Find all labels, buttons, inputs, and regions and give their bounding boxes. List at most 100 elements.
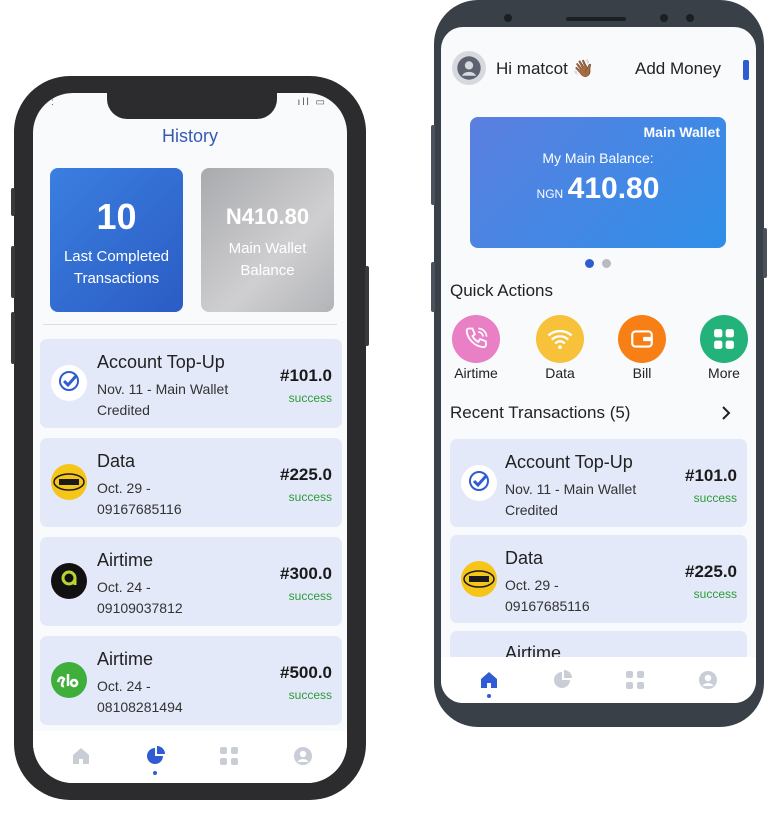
transaction-amount: #500.0 [280, 663, 332, 682]
transaction-card[interactable]: Account Top-Up Nov. 11 - Main Wallet Cre… [450, 439, 747, 527]
transaction-title: Data [505, 548, 544, 568]
status-bar-time: : [51, 97, 54, 108]
transaction-status: success [693, 491, 737, 505]
completed-caption: Last Completed Transactions [63, 248, 170, 287]
history-screen: : ıll ▭ History 10 Last Completed Transa… [33, 93, 347, 783]
grid-icon[interactable] [219, 746, 239, 766]
wallet-balance-value: N410.80 [225, 204, 310, 229]
recent-transactions-title: Recent Transactions (5) [450, 403, 631, 422]
phone-side-button [11, 312, 15, 364]
transaction-title: Airtime [97, 649, 154, 669]
phone-side-button [431, 262, 435, 312]
status-bar-icons: ıll ▭ [297, 97, 327, 108]
wallet-balance-caption: Main Wallet Balance [228, 240, 307, 279]
greeting: Hi matcot 👋🏾 [496, 59, 594, 78]
transaction-card[interactable]: Data Oct. 29 - 09167685116 #225.0 succes… [40, 438, 342, 527]
vosty-logo-icon [461, 465, 497, 501]
bottom-nav [33, 731, 347, 783]
wallet-balance-card: N410.80 Main Wallet Balance [201, 168, 334, 312]
home-icon[interactable] [71, 746, 91, 766]
balance-row: NGN 410.80 [470, 172, 726, 206]
glo-logo-icon [51, 662, 87, 698]
transaction-amount: #101.0 [685, 466, 737, 485]
transaction-status: success [288, 589, 332, 603]
mtn-logo-icon [461, 561, 497, 597]
quick-actions-title: Quick Actions [450, 281, 553, 300]
transaction-date: Nov. 11 - Main Wallet Credited [505, 481, 637, 518]
carousel-dot-active[interactable] [585, 259, 594, 268]
transaction-status: success [288, 688, 332, 702]
phone-notch [107, 93, 277, 119]
transaction-title: Account Top-Up [505, 452, 633, 472]
transaction-date: Oct. 24 - 08108281494 [97, 678, 183, 715]
grid-icon[interactable] [625, 670, 645, 690]
completed-transactions-card: 10 Last Completed Transactions [50, 168, 183, 312]
history-phone: : ıll ▭ History 10 Last Completed Transa… [11, 76, 369, 800]
transaction-status: success [693, 587, 737, 601]
phone-side-button [11, 188, 15, 216]
completed-count: 10 [96, 196, 137, 237]
chart-icon[interactable] [145, 746, 165, 766]
active-nav-indicator [153, 771, 157, 775]
camera-dot [504, 14, 512, 22]
dashboard-screen: Hi matcot 👋🏾 Add Money Main Wallet My Ma… [441, 27, 756, 703]
vosty-logo-icon [51, 365, 87, 401]
mtn-logo-icon [51, 464, 87, 500]
more-action-label: More [708, 365, 740, 381]
chart-icon[interactable] [552, 670, 572, 690]
wallet-label: Main Wallet [643, 124, 721, 140]
chevron-right-icon[interactable] [719, 406, 733, 420]
profile-icon[interactable] [293, 746, 313, 766]
wifi-icon [547, 329, 573, 350]
carousel-dot[interactable] [602, 259, 611, 268]
more-action-button[interactable] [700, 315, 748, 363]
transaction-amount: #101.0 [280, 366, 332, 385]
add-money-button[interactable]: Add Money [635, 59, 721, 79]
home-icon[interactable] [479, 670, 499, 690]
phone-icon [465, 327, 488, 349]
dashboard-phone: Hi matcot 👋🏾 Add Money Main Wallet My Ma… [431, 0, 767, 727]
bottom-nav [441, 657, 756, 703]
airtime-action-button[interactable] [452, 315, 500, 363]
transaction-card[interactable]: Airtime Oct. 24 - 09109037812 #300.0 suc… [40, 537, 342, 626]
profile-icon[interactable] [698, 670, 718, 690]
avatar-icon [457, 56, 481, 80]
phone-side-button [431, 125, 435, 205]
camera-dot [660, 14, 668, 22]
airtime-action-label: Airtime [454, 365, 498, 381]
phone-side-button [11, 246, 15, 298]
balance-label: My Main Balance: [542, 150, 654, 166]
active-nav-indicator [487, 694, 491, 698]
speaker-grille [566, 17, 626, 21]
add-money-edge [743, 60, 749, 80]
transaction-title: Data [97, 451, 136, 471]
data-action-button[interactable] [536, 315, 584, 363]
camera-dot [686, 14, 694, 22]
transaction-date: Oct. 24 - 09109037812 [97, 579, 183, 616]
transaction-card[interactable]: Airtime Oct. 24 - 08108281494 #500.0 suc… [40, 636, 342, 725]
phone-side-button [763, 228, 767, 278]
transaction-amount: #225.0 [280, 465, 332, 484]
data-action-label: Data [545, 365, 575, 381]
phone-side-button [365, 266, 369, 346]
divider [43, 324, 337, 325]
transaction-status: success [288, 391, 332, 405]
transaction-date: Oct. 29 - 09167685116 [97, 480, 182, 517]
transaction-amount: #300.0 [280, 564, 332, 583]
currency-label: NGN [536, 187, 564, 201]
bill-action-button[interactable] [618, 315, 666, 363]
balance-value: 410.80 [567, 172, 660, 205]
avatar[interactable] [452, 51, 486, 85]
transaction-title: Airtime [97, 550, 154, 570]
transaction-date: Oct. 29 - 09167685116 [505, 577, 590, 614]
wallet-icon [631, 330, 653, 348]
transaction-card[interactable]: Account Top-Up Nov. 11 - Main Wallet Cre… [40, 339, 342, 428]
grid-icon [714, 329, 734, 349]
bill-action-label: Bill [632, 365, 652, 381]
9mobile-logo-icon [51, 563, 87, 599]
transaction-status: success [288, 490, 332, 504]
transaction-amount: #225.0 [685, 562, 737, 581]
transaction-date: Nov. 11 - Main Wallet Credited [97, 381, 229, 418]
transaction-card[interactable]: Data Oct. 29 - 09167685116 #225.0 succes… [450, 535, 747, 623]
main-wallet-card[interactable]: Main Wallet My Main Balance: NGN 410.80 [470, 117, 726, 248]
